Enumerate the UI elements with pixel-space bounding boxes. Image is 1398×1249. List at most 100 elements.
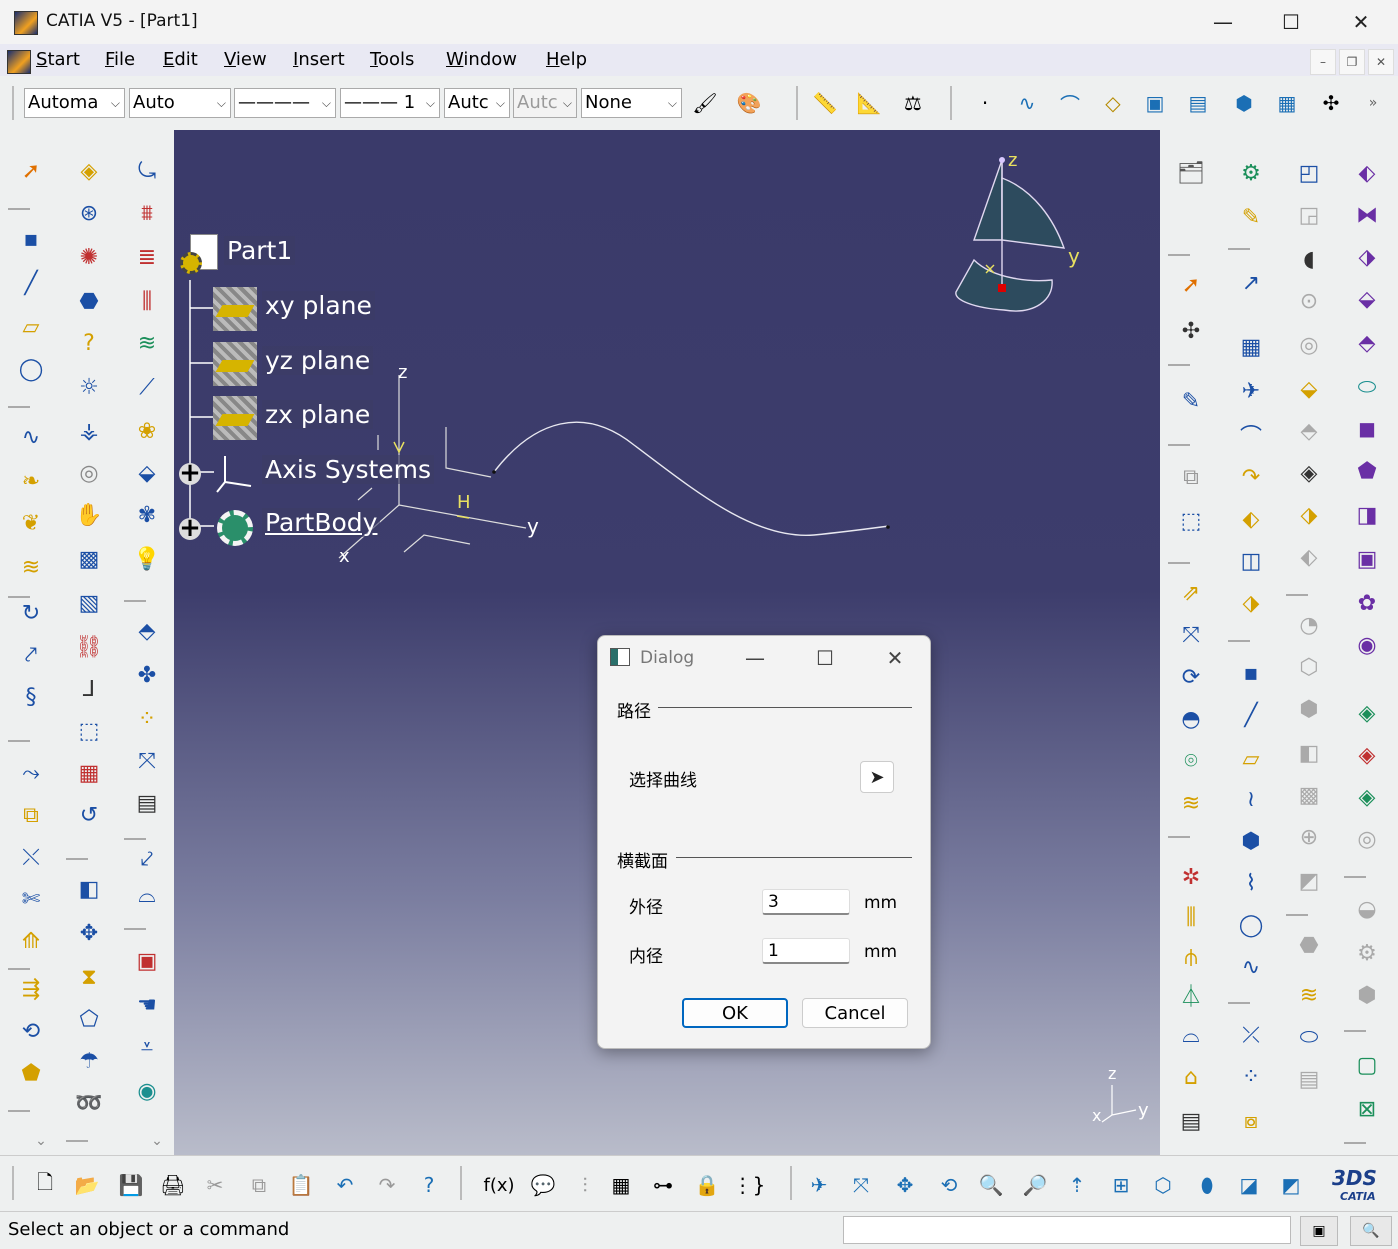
measure-item-icon[interactable]: 📐 <box>854 88 884 118</box>
blend-icon[interactable]: ≋ <box>14 550 48 584</box>
split-icon[interactable]: ⤬ <box>14 840 48 874</box>
pad-icon[interactable]: ▣ <box>1140 88 1170 118</box>
menu-tools[interactable]: Tools <box>370 49 414 70</box>
linetype-combo[interactable]: ———— ⌵ <box>234 88 336 118</box>
dialog-close-button[interactable]: ✕ <box>870 642 920 674</box>
hybrid-design-icon[interactable]: ✎ <box>1234 200 1268 234</box>
shape-morph-icon[interactable]: ⬢ <box>1350 978 1384 1012</box>
cube-map-icon[interactable]: ▧ <box>72 586 106 620</box>
expand-icon[interactable]: ⤧ <box>130 744 164 778</box>
porcupine-analysis-icon[interactable]: ⫛ <box>1174 940 1208 974</box>
trim-icon[interactable]: ✄ <box>14 882 48 916</box>
pocket-icon[interactable]: ▤ <box>1183 88 1213 118</box>
union-trim-icon[interactable]: ⬭ <box>1350 370 1384 404</box>
corner-icon[interactable]: ⤤ <box>14 638 48 672</box>
affinity-icon[interactable]: ◎ <box>1350 822 1384 856</box>
rect-pattern-icon[interactable]: ◉ <box>1350 628 1384 662</box>
power-input-field[interactable] <box>843 1216 1291 1244</box>
rotate-view-icon[interactable]: ⟲ <box>934 1170 964 1200</box>
bug-icon[interactable]: ✲ <box>1174 860 1208 894</box>
expand-partbody-icon[interactable]: + <box>179 515 201 541</box>
coil-icon[interactable]: ➿ <box>72 1086 106 1120</box>
rib-icon[interactable]: ⬙ <box>1292 372 1326 406</box>
inner-diameter-input[interactable]: 1 <box>762 938 850 964</box>
curve-small-icon[interactable]: ≀ <box>1234 782 1268 816</box>
extract-icon[interactable]: ⤳ <box>14 756 48 790</box>
toolbar-grip[interactable] <box>12 1166 14 1200</box>
box-icon[interactable]: ⬚ <box>72 714 106 748</box>
puzzle-icon[interactable]: ✥ <box>72 916 106 950</box>
expand-axis-systems-icon[interactable]: + <box>179 460 201 486</box>
deformation-icon[interactable]: ⚙ <box>1350 936 1384 970</box>
xy-plane-icon[interactable] <box>213 287 257 331</box>
multi-view-icon[interactable]: ⊞ <box>1106 1170 1136 1200</box>
lock-icon[interactable]: 🔒 <box>692 1170 722 1200</box>
axis-planes-icon[interactable]: ⤦ <box>130 842 164 876</box>
close-surface-icon[interactable]: ⬭ <box>1292 1020 1326 1054</box>
chamfer-icon[interactable]: ⬡ <box>1292 650 1326 684</box>
replace-face-icon[interactable]: ⬣ <box>1292 928 1326 962</box>
plane-arrow-icon[interactable]: ✈ <box>1234 374 1268 408</box>
zoom-in-icon[interactable]: 🔍 <box>976 1170 1006 1200</box>
plane-small-icon[interactable]: ▱ <box>1234 742 1268 776</box>
fit-all-icon[interactable]: ⤧ <box>846 1170 876 1200</box>
style-combo[interactable]: None ⌵ <box>581 88 682 118</box>
link-icon[interactable]: ⛓ <box>72 630 106 664</box>
filter-icon[interactable]: ⩡ <box>130 1030 164 1064</box>
product-tree-icon[interactable]: 🗂 <box>1174 156 1208 190</box>
offset-icon[interactable]: ⟰ <box>14 924 48 958</box>
hand-move-icon[interactable]: ☚ <box>130 988 164 1022</box>
hole-icon[interactable]: ⊙ <box>1292 284 1326 318</box>
offset-surface-icon[interactable]: ≋ <box>1174 786 1208 820</box>
tree-node-xy-plane[interactable]: xy plane <box>262 291 375 320</box>
select-curve-button[interactable]: ➤ <box>860 761 894 793</box>
add-icon[interactable]: ⬗ <box>1350 240 1384 274</box>
shaft-icon[interactable]: ◖ <box>1292 242 1326 276</box>
menu-start[interactable]: Start <box>36 49 80 70</box>
sketch-tools-icon[interactable]: ✣ <box>1174 314 1208 348</box>
help-question-icon[interactable]: ? <box>72 326 106 360</box>
dialog-maximize-button[interactable]: ☐ <box>800 642 850 674</box>
layer-combo[interactable]: Autc ⌵ <box>444 88 510 118</box>
lamp-icon[interactable]: 💡 <box>130 542 164 576</box>
join-icon[interactable]: ⧉ <box>14 798 48 832</box>
cube-color-icon[interactable]: ◈ <box>1292 456 1326 490</box>
knowledge-advisor-icon[interactable]: 💬 <box>528 1170 558 1200</box>
curve-smooth-icon[interactable]: § <box>14 680 48 714</box>
umbrella-icon[interactable]: ☂ <box>72 1044 106 1078</box>
sketch-icon[interactable]: ⌓ <box>130 878 164 912</box>
draft-icon[interactable]: ⬢ <box>1292 692 1326 726</box>
blend-surface-icon[interactable]: ⌇ <box>1234 866 1268 900</box>
law-editor-icon[interactable]: ⋮} <box>733 1170 766 1200</box>
shell-disabled-icon[interactable]: ◧ <box>1292 736 1326 770</box>
edit-pad-icon[interactable]: ⬖ <box>1350 156 1384 190</box>
cube-split-icon[interactable]: ◧ <box>72 872 106 906</box>
measure-between-icon[interactable]: 📏 <box>810 88 840 118</box>
fan-icon[interactable]: ⚶ <box>72 414 106 448</box>
grid-icon[interactable]: ◈ <box>72 154 106 188</box>
compass[interactable] <box>955 157 1066 312</box>
maximize-button[interactable]: ☐ <box>1256 4 1326 40</box>
redo-icon[interactable]: ↷ <box>372 1170 402 1200</box>
mirror-icon[interactable]: ✿ <box>1350 586 1384 620</box>
point-small-icon[interactable]: ▪ <box>1234 656 1268 690</box>
texture-icon[interactable]: ▩ <box>72 542 106 576</box>
pattern-icon[interactable]: ▦ <box>1272 88 1302 118</box>
doc-close-button[interactable]: ✕ <box>1368 49 1394 75</box>
toolbar-more-icon[interactable]: » <box>1358 88 1388 118</box>
rotation-icon[interactable]: ◨ <box>1350 498 1384 532</box>
fill-surface-icon[interactable]: ❦ <box>14 506 48 540</box>
gear-settings-icon[interactable]: ⚙ <box>1234 156 1268 190</box>
graphic-properties-icon[interactable]: 🎨 <box>734 88 764 118</box>
control-points-icon[interactable]: ⁘ <box>130 702 164 736</box>
multi-section-icon[interactable]: ⊛ <box>72 196 106 230</box>
line-small-icon[interactable]: ╱ <box>1234 698 1268 732</box>
arc-icon[interactable]: ⌒ <box>1234 418 1268 452</box>
split-part-icon[interactable]: ⧓ <box>1350 198 1384 232</box>
sweep-icon[interactable]: ↷ <box>1234 460 1268 494</box>
reflect-lines-icon[interactable]: ❀ <box>130 414 164 448</box>
patch-icon[interactable]: ⬠ <box>72 1002 106 1036</box>
shading-icon[interactable]: ⬮ <box>1192 1170 1222 1200</box>
remove-face-icon[interactable]: ◩ <box>1292 864 1326 898</box>
table-icon[interactable]: ▤ <box>130 786 164 820</box>
